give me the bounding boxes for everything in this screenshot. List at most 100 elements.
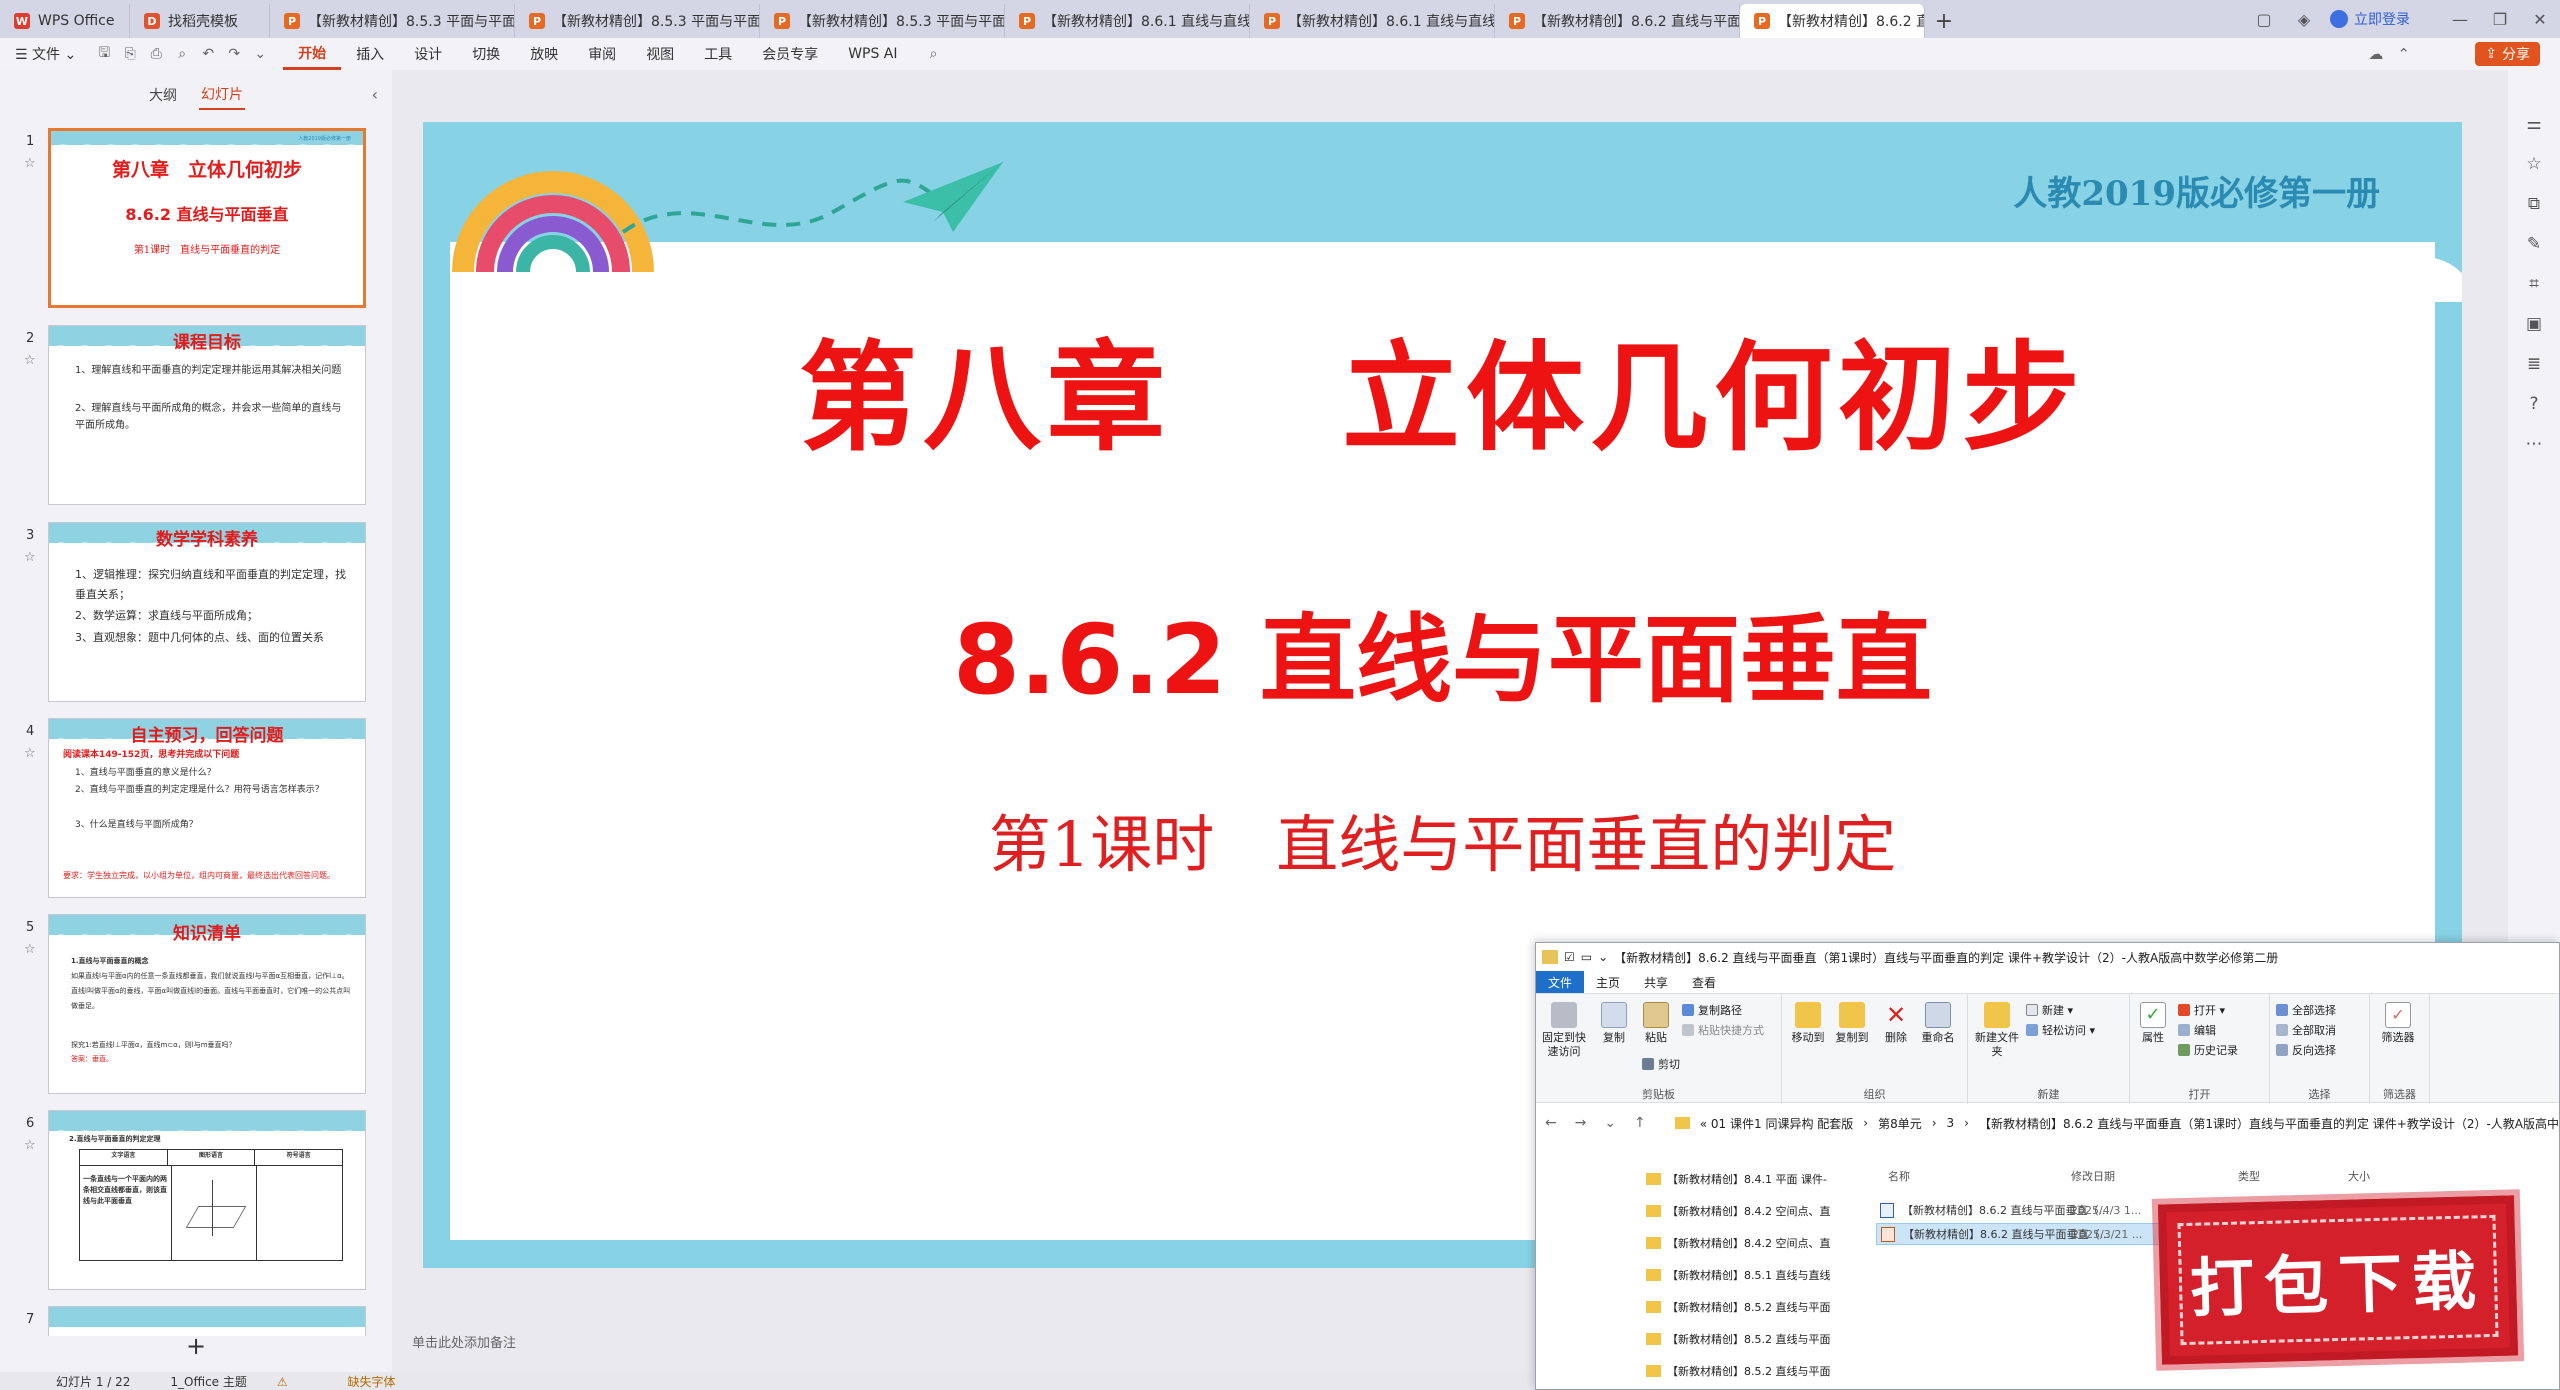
- download-badge[interactable]: 打包下载: [2157, 1195, 2519, 1365]
- notes-placeholder[interactable]: 单击此处添加备注: [412, 1332, 516, 1351]
- ribbon-tab-share[interactable]: 共享: [1632, 971, 1680, 993]
- copy-path-button[interactable]: 复制路径: [1682, 1002, 1742, 1018]
- cloud-sync-icon[interactable]: ☁: [2368, 45, 2383, 63]
- tree-folder-item[interactable]: 【新教材精创】8.5.1 直线与直线: [1536, 1259, 1831, 1291]
- chapter-title[interactable]: 第八章 立体几何初步: [423, 302, 2462, 473]
- column-name[interactable]: 名称: [1888, 1168, 1910, 1184]
- easy-access-button[interactable]: 轻松访问 ▾: [2026, 1022, 2095, 1038]
- slide-thumbnail-1[interactable]: 1 ☆ 人教2019版必修第一册 第八章 立体几何初步 8.6.2 直线与平面垂…: [0, 128, 392, 312]
- star-icon[interactable]: ☆: [24, 550, 36, 565]
- star-tool-icon[interactable]: ☆: [2526, 154, 2541, 174]
- slide-thumbnail-2[interactable]: 2 ☆ 课程目标 1、理解直线和平面垂直的判定定理并能运用其解决相关问题 2、理…: [0, 325, 392, 509]
- qat-dropdown-icon[interactable]: ⌄: [1598, 950, 1608, 964]
- tab-slides[interactable]: 幻灯片: [199, 80, 245, 110]
- lesson-title[interactable]: 第1课时 直线与平面垂直的判定: [423, 794, 2462, 884]
- column-type[interactable]: 类型: [2238, 1168, 2260, 1184]
- undo-icon[interactable]: ↶: [195, 46, 221, 62]
- maximize-icon[interactable]: ❐: [2480, 10, 2520, 29]
- breadcrumb-item[interactable]: 【新教材精创】8.6.2 直线与平面垂直（第1课时）直线与平面垂直的判定 课件+…: [1979, 1115, 2559, 1132]
- select-all-button[interactable]: 全部选择: [2276, 1002, 2336, 1018]
- document-tab[interactable]: W WPS Office: [0, 4, 130, 38]
- menu-item[interactable]: WPS AI: [833, 38, 912, 70]
- redo-icon[interactable]: ↷: [221, 46, 247, 62]
- move-to-button[interactable]: 移动到: [1788, 1002, 1828, 1045]
- menu-item[interactable]: 会员专享: [747, 38, 833, 70]
- ribbon-tab-view[interactable]: 查看: [1680, 971, 1728, 993]
- select-none-button[interactable]: 全部取消: [2276, 1022, 2336, 1038]
- close-icon[interactable]: ✕: [2520, 10, 2560, 29]
- tools-icon[interactable]: ✎: [2527, 234, 2541, 254]
- save-icon[interactable]: 🖫: [91, 42, 117, 66]
- slide-thumbnail-6[interactable]: 6 ☆ 2.直线与平面垂直的判定定理 文字语言 图形语言 符号语言 一条直线与一…: [0, 1110, 392, 1294]
- breadcrumb-item[interactable]: « 01 课件1 同课异构 配套版: [1700, 1115, 1854, 1132]
- star-icon[interactable]: ☆: [24, 942, 36, 957]
- section-title[interactable]: 8.6.2 直线与平面垂直: [423, 582, 2462, 721]
- star-icon[interactable]: ☆: [24, 156, 36, 171]
- column-date[interactable]: 修改日期: [2071, 1168, 2115, 1184]
- paste-button[interactable]: 粘贴: [1638, 1002, 1674, 1045]
- forward-icon[interactable]: →: [1566, 1115, 1596, 1131]
- column-size[interactable]: 大小: [2348, 1168, 2370, 1184]
- ribbon-tab-home[interactable]: 主页: [1584, 971, 1632, 993]
- crop-icon[interactable]: ⌗: [2529, 274, 2539, 294]
- rename-button[interactable]: 重命名: [1918, 1002, 1958, 1045]
- menu-item[interactable]: 开始: [283, 38, 342, 70]
- export-icon[interactable]: ⎘: [117, 46, 143, 62]
- window-layout-icon[interactable]: ▢: [2244, 10, 2284, 29]
- collapse-panel-icon[interactable]: ‹: [372, 85, 378, 104]
- open-button[interactable]: 打开 ▾: [2178, 1002, 2225, 1018]
- new-tab-button[interactable]: +: [1925, 4, 1963, 38]
- tree-folder-item[interactable]: 【新教材精创】8.4.2 空间点、直: [1536, 1227, 1831, 1259]
- layers-icon[interactable]: ≣: [2527, 354, 2541, 374]
- slide-thumbnail-3[interactable]: 3 ☆ 数学学科素养 1、逻辑推理：探究归纳直线和平面垂直的判定定理，找垂直关系…: [0, 522, 392, 706]
- theme-name[interactable]: 1_Office 主题: [170, 1373, 246, 1390]
- menu-item[interactable]: 放映: [515, 38, 573, 70]
- document-tab[interactable]: P 【新教材精创】8.6.2 直线与平面垂: [1495, 4, 1740, 38]
- breadcrumb-item[interactable]: 第8单元: [1878, 1115, 1922, 1132]
- copy-to-button[interactable]: 复制到: [1832, 1002, 1872, 1045]
- cube-icon[interactable]: ◈: [2284, 10, 2324, 29]
- preview-icon[interactable]: ⌕: [169, 46, 195, 62]
- back-icon[interactable]: ←: [1536, 1115, 1566, 1131]
- search-icon[interactable]: ⌕: [921, 46, 947, 62]
- new-folder-button[interactable]: 新建文件夹: [1974, 1002, 2020, 1059]
- tree-folder-item[interactable]: 【新教材精创】8.4.1 平面 课件-: [1536, 1163, 1827, 1195]
- document-tab[interactable]: P 【新教材精创】8.5.3 平面与平面平: [270, 4, 515, 38]
- star-icon[interactable]: ☆: [24, 1138, 36, 1153]
- image-icon[interactable]: ▣: [2526, 314, 2542, 334]
- document-tab[interactable]: P【新教材精创】8.6.2 直线与✕: [1740, 4, 1925, 38]
- login-button[interactable]: 立即登录: [2330, 9, 2410, 29]
- menu-item[interactable]: 设计: [399, 38, 457, 70]
- address-bar[interactable]: ← → ⌄ ↑ « 01 课件1 同课异构 配套版 › 第8单元 › 3 › 【新教材…: [1536, 1105, 2559, 1141]
- file-menu[interactable]: ☰ 文件 ⌄: [0, 38, 91, 70]
- tree-folder-item[interactable]: 【新教材精创】8.5.2 直线与平面: [1536, 1291, 1831, 1323]
- pin-button[interactable]: 固定到快速访问: [1542, 1002, 1586, 1059]
- tree-folder-item[interactable]: 【新教材精创】8.5.2 直线与平面: [1536, 1355, 1831, 1387]
- document-tab[interactable]: P 【新教材精创】8.6.1 直线与直线垂: [1005, 4, 1250, 38]
- breadcrumb-item[interactable]: 3: [1947, 1116, 1955, 1130]
- recent-dropdown-icon[interactable]: ⌄: [1595, 1115, 1625, 1131]
- document-tab[interactable]: P 【新教材精创】8.5.3 平面与平面平: [515, 4, 760, 38]
- menu-item[interactable]: 视图: [631, 38, 689, 70]
- menu-item[interactable]: 插入: [341, 38, 399, 70]
- copy-button[interactable]: 复制: [1596, 1002, 1632, 1045]
- sliders-icon[interactable]: ⚌: [2526, 114, 2541, 134]
- delete-button[interactable]: ✕ 删除: [1878, 1002, 1914, 1045]
- document-tab[interactable]: D 找稻壳模板: [130, 4, 270, 38]
- cut-button[interactable]: 剪切: [1642, 1056, 1680, 1072]
- filter-button[interactable]: ✓ 筛选器: [2380, 1002, 2416, 1045]
- tree-folder-item[interactable]: 【新教材精创】8.5.2 直线与平面: [1536, 1323, 1831, 1355]
- more-icon[interactable]: ⌃: [2397, 45, 2410, 63]
- star-icon[interactable]: ☆: [24, 353, 36, 368]
- qat-check-icon[interactable]: ☑: [1564, 950, 1575, 964]
- more-dots-icon[interactable]: ⋯: [2526, 434, 2543, 454]
- star-icon[interactable]: ☆: [24, 746, 36, 761]
- document-tab[interactable]: P 【新教材精创】8.5.3 平面与平面平: [760, 4, 1005, 38]
- history-button[interactable]: 历史记录: [2178, 1042, 2238, 1058]
- paste-shortcut-button[interactable]: 粘贴快捷方式: [1682, 1022, 1764, 1038]
- print-icon[interactable]: ⎙: [143, 46, 169, 62]
- add-slide-button[interactable]: +: [0, 1332, 392, 1360]
- minimize-icon[interactable]: —: [2440, 10, 2480, 29]
- document-tab[interactable]: P 【新教材精创】8.6.1 直线与直线垂: [1250, 4, 1495, 38]
- new-item-button[interactable]: 新建 ▾: [2026, 1002, 2073, 1018]
